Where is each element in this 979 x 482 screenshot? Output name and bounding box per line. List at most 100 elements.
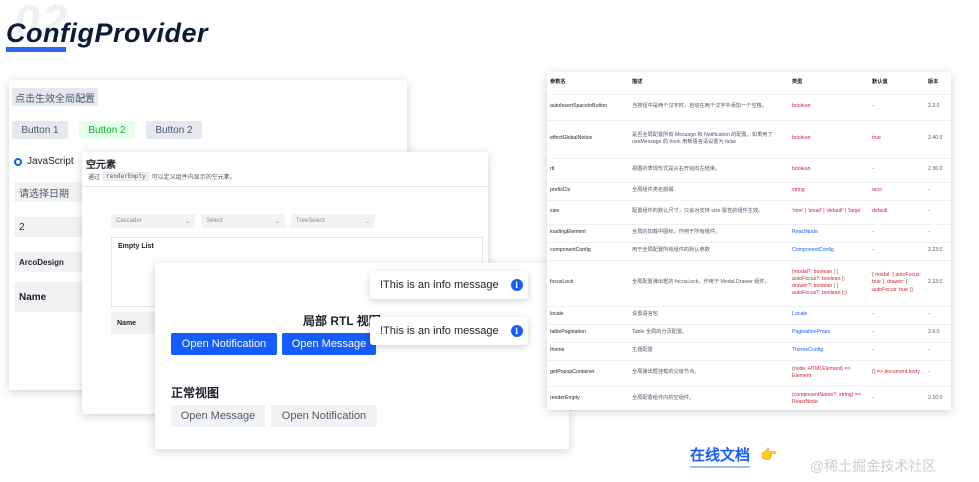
type-cell[interactable]: ComponentConfig bbox=[789, 242, 869, 261]
type-cell[interactable]: ThemeConfig bbox=[789, 342, 869, 361]
info-icon: i bbox=[510, 325, 523, 337]
online-docs-link[interactable]: 在线文档 bbox=[690, 444, 751, 468]
table-row: focusLock 全局配置弹出框的 focusLock，作用于 Modal Dr… bbox=[547, 260, 951, 307]
normal-open-notification-button[interactable]: Open Notification bbox=[271, 405, 377, 427]
api-table-header-row: 参数名 描述 类型 默认值 版本 bbox=[547, 72, 951, 95]
empty-list-title: Empty List bbox=[118, 243, 154, 250]
default-cell: - bbox=[869, 324, 925, 343]
info-message-text: !This is an info message bbox=[380, 279, 499, 291]
api-table: 参数名 描述 类型 默认值 版本 autoInsertSpaceInButton… bbox=[547, 72, 951, 413]
radio-checked-icon bbox=[14, 157, 22, 166]
open-message-button[interactable]: Open Message bbox=[282, 333, 376, 355]
watermark: @稀土掘金技术社区 bbox=[810, 458, 937, 474]
version-cell: 2.23.0 bbox=[925, 242, 951, 261]
api-table-card: 参数名 描述 类型 默认值 版本 autoInsertSpaceInButton… bbox=[547, 72, 951, 413]
treeselect-select[interactable]: TreeSelect ⌄ bbox=[291, 214, 375, 228]
info-message-2: !This is an info message i bbox=[370, 317, 528, 345]
type-cell: {modal?: boolean | { autoFocus?: boolean… bbox=[789, 260, 869, 307]
title-underline bbox=[6, 47, 66, 52]
param-cell: prefixCls bbox=[547, 182, 629, 201]
select-select[interactable]: Select ⌄ bbox=[201, 214, 285, 228]
table-row: loadingElement 全局的加载中图标，作用于所有组件。 ReactNode… bbox=[547, 224, 951, 243]
type-cell[interactable]: ReactNode bbox=[789, 224, 869, 243]
version-cell: - bbox=[925, 200, 951, 225]
table-row: theme 主题配置 ThemeConfig - - bbox=[547, 342, 951, 361]
desc-cell: 全局组件类名前缀 bbox=[629, 182, 789, 201]
table-row: prefixCls 全局组件类名前缀 string arco - bbox=[547, 182, 951, 201]
table-row: getPopupContainer 全局弹出框挂载的父级节点。 (node: HTM… bbox=[547, 360, 951, 387]
type-cell: (componentName?: string) => ReactNode bbox=[789, 386, 869, 413]
version-cell: 2.13.0 bbox=[925, 260, 951, 307]
desc-cell: 全局弹出框挂载的父级节点。 bbox=[629, 360, 789, 387]
table-row: effectGlobalNotice 是否全局配置所有 Message 和 Not… bbox=[547, 120, 951, 159]
param-cell: tablePagination bbox=[547, 324, 629, 343]
type-cell: boolean bbox=[789, 120, 869, 159]
version-cell: 2.3.0 bbox=[925, 94, 951, 121]
default-cell: - bbox=[869, 342, 925, 361]
header-default: 默认值 bbox=[869, 72, 925, 95]
table-row: renderEmpty 全局配置组件内的空组件。 (componentName?: … bbox=[547, 386, 951, 413]
header-version: 版本 bbox=[925, 72, 951, 95]
param-cell: theme bbox=[547, 342, 629, 361]
info-message-1: !This is an info message i bbox=[370, 271, 528, 299]
table-row: locale 设置语言包 Locale - - bbox=[547, 306, 951, 325]
table-row: componentConfig 用于全局配置所有组件的默认参数 ComponentC… bbox=[547, 242, 951, 261]
info-message-text: !This is an info message bbox=[380, 325, 499, 337]
button-1[interactable]: Button 1 bbox=[12, 121, 68, 139]
desc-cell: 主题配置 bbox=[629, 342, 789, 361]
default-cell: default bbox=[869, 200, 925, 225]
param-cell: getPopupContainer bbox=[547, 360, 629, 387]
type-cell[interactable]: PaginationProps bbox=[789, 324, 869, 343]
normal-view-title: 正常视图 bbox=[171, 386, 220, 400]
param-cell: rtl bbox=[547, 158, 629, 183]
radio-javascript[interactable]: JavaScript bbox=[14, 156, 74, 167]
empty-demo-title: 空元素 bbox=[86, 160, 116, 171]
table-row: size 配置组件的默认尺寸，只会对支持 size 属性的组件生效。'mini' … bbox=[547, 200, 951, 225]
type-cell: string bbox=[789, 182, 869, 201]
select-label: Select bbox=[206, 218, 223, 224]
table-row: rtl 视图的表现形式是从右开始向左结束。 boolean -2.36.0 bbox=[547, 158, 951, 183]
version-cell: - bbox=[925, 342, 951, 361]
desc-cell: 全局配置弹出框的 focusLock，作用于 Modal Drawer 组件。 bbox=[629, 260, 789, 307]
version-cell: 2.10.0 bbox=[925, 386, 951, 413]
page-title: ConfigProvider bbox=[6, 18, 209, 48]
cursor-icon: ☝ bbox=[80, 94, 87, 105]
info-icon: i bbox=[510, 279, 523, 291]
version-cell: 2.40.0 bbox=[925, 120, 951, 159]
version-cell: - bbox=[925, 306, 951, 325]
type-cell: (node: HTMLElement) => Element bbox=[789, 360, 869, 387]
button-2-secondary[interactable]: Button 2 bbox=[146, 121, 202, 139]
desc-cell: 设置语言包 bbox=[629, 306, 789, 325]
default-cell: { modal: { autoFocus: true }, drawer: { … bbox=[869, 260, 925, 307]
version-cell: - bbox=[925, 182, 951, 201]
version-cell: - bbox=[925, 224, 951, 243]
default-cell: arco bbox=[869, 182, 925, 201]
treeselect-label: TreeSelect bbox=[296, 218, 325, 224]
desc-cell: Table 全局的分页配置。 bbox=[629, 324, 789, 343]
version-cell: 2.6.0 bbox=[925, 324, 951, 343]
desc-cell: 当按钮中是两个汉字时，自动在两个汉字中添加一个空格。 bbox=[629, 94, 789, 121]
default-cell: () => document.body bbox=[869, 360, 925, 387]
normal-open-message-button[interactable]: Open Message bbox=[171, 405, 265, 427]
pointing-hand-icon: 👉 bbox=[760, 446, 778, 462]
chevron-down-icon: ⌄ bbox=[274, 218, 280, 225]
cascader-select[interactable]: Cascader ⌄ bbox=[111, 214, 195, 228]
radio-label: JavaScript bbox=[27, 156, 74, 167]
default-cell: - bbox=[869, 242, 925, 261]
desc-cell: 全局配置组件内的空组件。 bbox=[629, 386, 789, 413]
default-cell: true bbox=[869, 120, 925, 159]
type-cell[interactable]: Locale bbox=[789, 306, 869, 325]
version-cell: - bbox=[925, 360, 951, 387]
desc-cell: 全局的加载中图标，作用于所有组件。 bbox=[629, 224, 789, 243]
chevron-down-icon: ⌄ bbox=[364, 218, 370, 225]
default-cell: - bbox=[869, 306, 925, 325]
desc-cell: 用于全局配置所有组件的默认参数 bbox=[629, 242, 789, 261]
button-2[interactable]: Button 2 bbox=[79, 121, 135, 139]
header-type: 类型 bbox=[789, 72, 869, 95]
default-cell: - bbox=[869, 386, 925, 413]
type-cell: 'mini' | 'small' | 'default' | 'large' bbox=[789, 200, 869, 225]
desc-cell: 视图的表现形式是从右开始向左结束。 bbox=[629, 158, 789, 183]
desc-code: renderEmpty bbox=[103, 172, 149, 181]
open-notification-button[interactable]: Open Notification bbox=[171, 333, 277, 355]
param-cell: locale bbox=[547, 306, 629, 325]
